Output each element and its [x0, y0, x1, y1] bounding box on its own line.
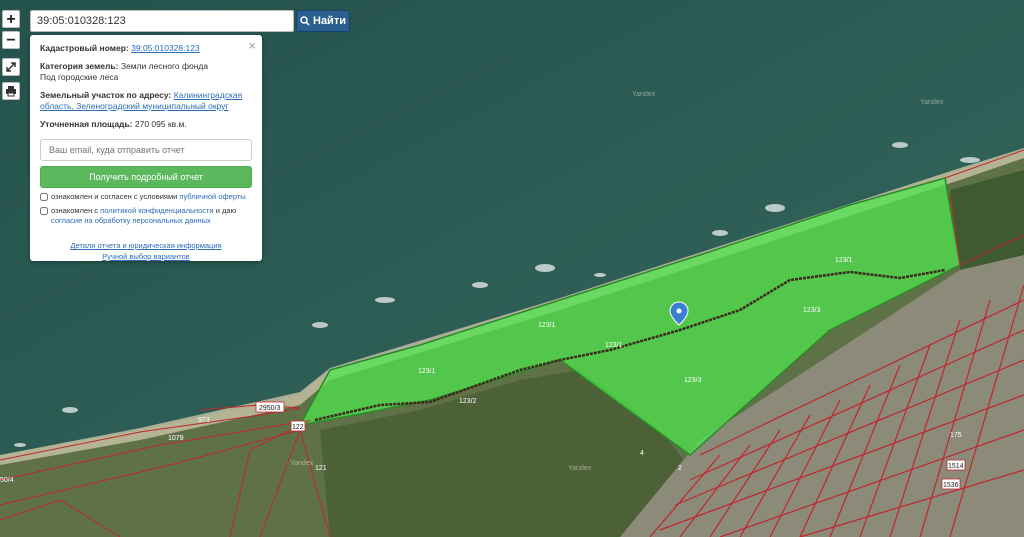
- cadastral-label: Кадастровый номер:: [40, 43, 129, 53]
- address-link[interactable]: Калининградская: [174, 90, 243, 100]
- privacy-agreement-text: ознакомлен с политикой конфиденциальност…: [51, 206, 237, 225]
- offer-agreement-text: ознакомлен и согласен с условиями публич…: [51, 192, 246, 201]
- parcel-label: 121: [315, 465, 327, 472]
- map-watermark: Yandex: [290, 460, 314, 467]
- privacy-checkbox[interactable]: [40, 207, 48, 215]
- privacy-agreement-row: ознакомлен с политикой конфиденциальност…: [40, 206, 252, 226]
- data-consent-link[interactable]: согласие на обработку персональных данны…: [51, 216, 211, 225]
- parcel-label: 1079: [168, 435, 184, 442]
- address-label: Земельный участок по адресу:: [40, 90, 172, 100]
- fullscreen-button[interactable]: [2, 58, 20, 76]
- offer-checkbox[interactable]: [40, 193, 48, 201]
- search-button-label: Найти: [313, 15, 346, 27]
- usage-value: Под городские леса: [40, 72, 119, 82]
- parcel-label: 2950/3: [259, 405, 281, 412]
- parcel-label: 973: [198, 417, 210, 424]
- manual-selection-link[interactable]: Ручной выбор вариантов: [40, 251, 252, 262]
- privacy-policy-link[interactable]: политикой конфиденциальности: [100, 206, 213, 215]
- parcel-label: 123/1: [835, 257, 853, 264]
- address-row: Земельный участок по адресу: Калининград…: [40, 90, 252, 112]
- expand-icon: [6, 62, 16, 72]
- map-watermark: Yandex: [568, 465, 592, 472]
- category-value: Земли лесного фонда: [120, 61, 209, 71]
- report-details-link[interactable]: Детали отчета и юридическая информация: [40, 240, 252, 251]
- parcel-label: 123/1: [605, 342, 623, 349]
- parcel-label: 1514: [948, 463, 964, 470]
- map-watermark: Yandex: [920, 99, 944, 106]
- cadastral-row: Кадастровый номер: 39:05:010328:123: [40, 43, 252, 54]
- close-icon[interactable]: ×: [248, 38, 256, 53]
- parcel-label: 2: [678, 465, 682, 472]
- search-input[interactable]: [30, 10, 294, 32]
- parcel-label: 1536: [943, 482, 959, 489]
- parcel-label: 175: [950, 432, 962, 439]
- parcel-info-panel: × Кадастровый номер: 39:05:010328:123 Ка…: [30, 35, 262, 261]
- parcel-label: 123/3: [803, 307, 821, 314]
- zoom-out-button[interactable]: −: [2, 31, 20, 49]
- area-value: 270 095 кв.м.: [134, 119, 187, 129]
- print-button[interactable]: [2, 82, 20, 100]
- parcel-label: 123/1: [418, 368, 436, 375]
- print-icon: [6, 86, 16, 97]
- category-label: Категория земель:: [40, 61, 119, 71]
- parcel-label: 123/3: [684, 377, 702, 384]
- bottom-links: Детали отчета и юридическая информация Р…: [40, 240, 252, 262]
- public-offer-link[interactable]: публичной оферты: [179, 192, 245, 201]
- get-report-button[interactable]: Получить подробный отчет: [40, 166, 252, 188]
- zoom-in-button[interactable]: +: [2, 10, 20, 28]
- offer-agreement-row: ознакомлен и согласен с условиями публич…: [40, 192, 252, 202]
- cadastral-number-link[interactable]: 39:05:010328:123: [131, 43, 200, 53]
- parcel-label: 122: [292, 424, 304, 431]
- search-icon: [300, 16, 310, 26]
- category-row: Категория земель: Земли лесного фонда По…: [40, 61, 252, 83]
- address-link-2[interactable]: область, Зеленоградский муниципальный ок…: [40, 101, 229, 111]
- parcel-label: 123/2: [459, 398, 477, 405]
- search-button[interactable]: Найти: [296, 10, 350, 32]
- map-watermark: Yandex: [632, 91, 656, 98]
- area-label: Уточненная площадь:: [40, 119, 133, 129]
- email-field[interactable]: [40, 139, 252, 161]
- parcel-label: 123/1: [538, 322, 556, 329]
- area-row: Уточненная площадь: 270 095 кв.м.: [40, 119, 252, 130]
- parcel-label: 50/4: [0, 477, 14, 484]
- parcel-label: 4: [640, 450, 644, 457]
